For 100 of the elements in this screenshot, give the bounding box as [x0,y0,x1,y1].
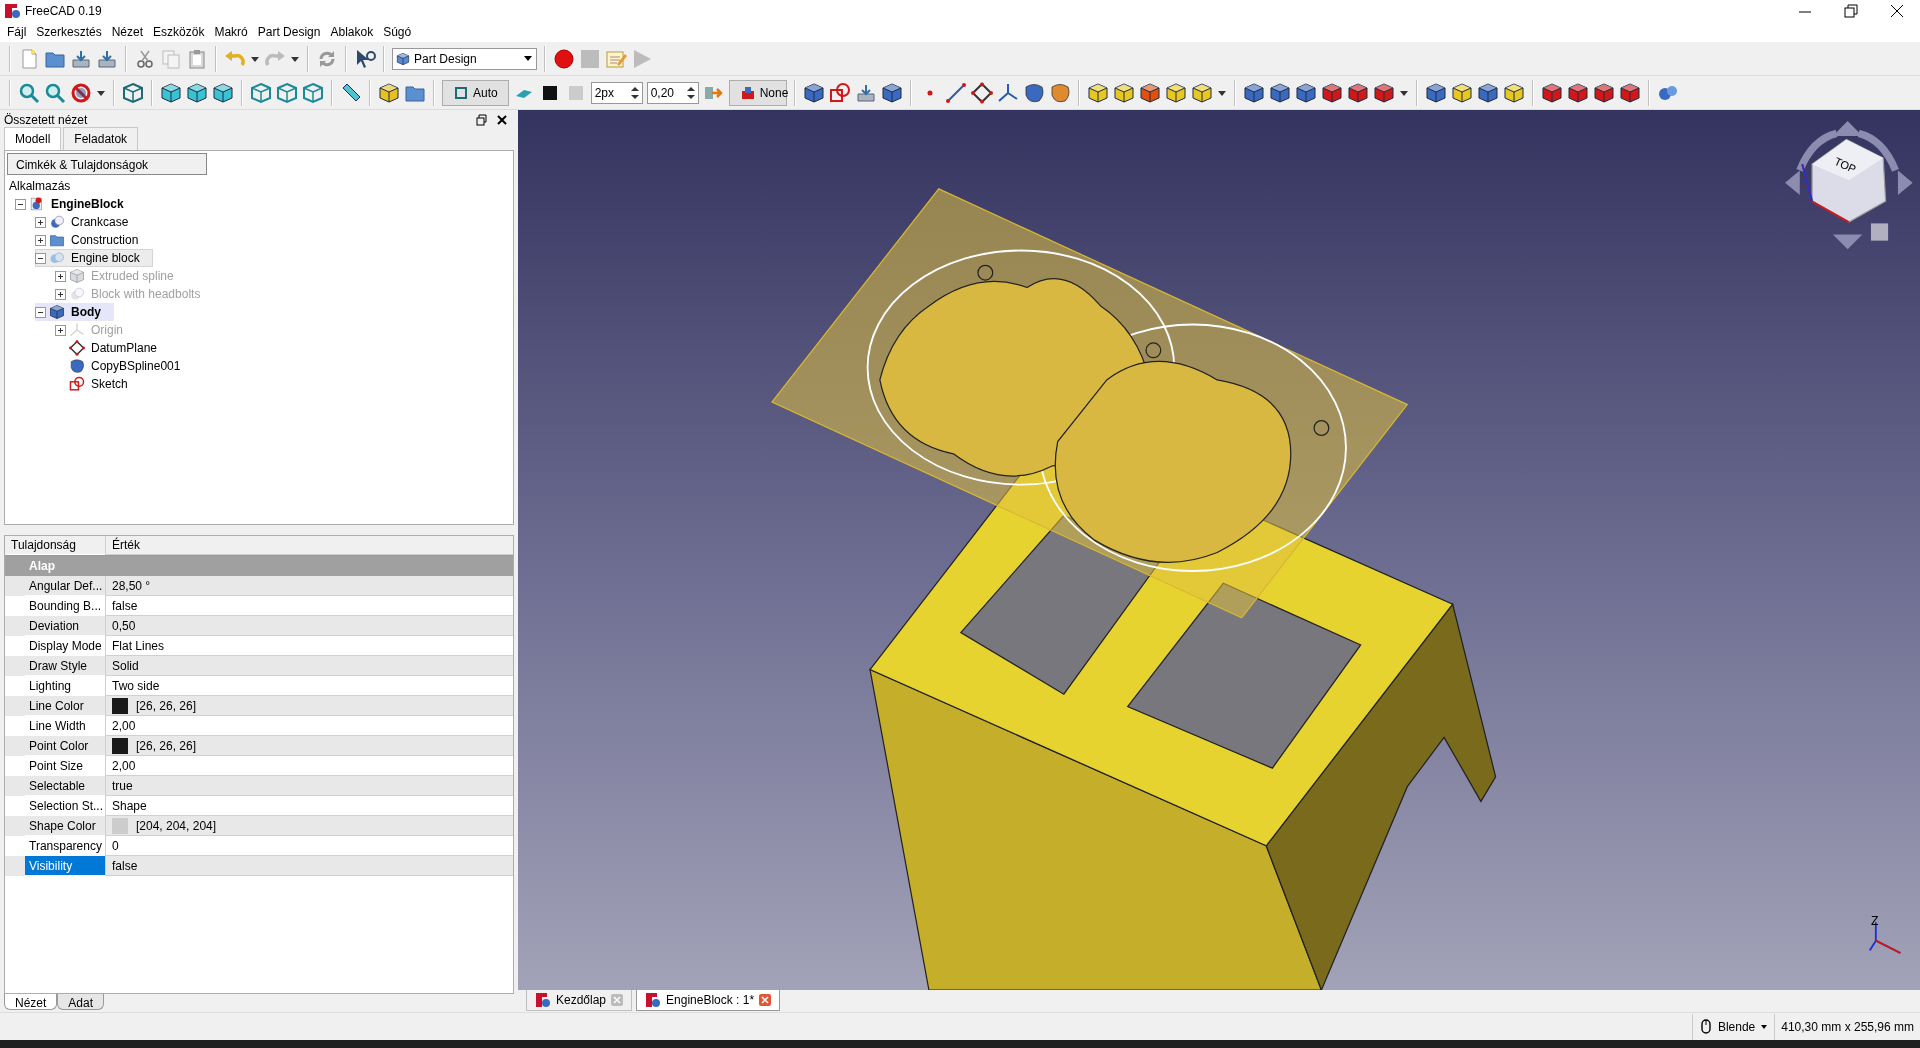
cube-icon[interactable] [1618,81,1641,104]
cube-icon[interactable] [1372,81,1395,104]
tree-root-label: Alkalmazás [8,178,72,195]
tree-item[interactable]: Crankcase [35,213,142,231]
magnifier-icon[interactable] [18,81,40,104]
property-value: [26, 26, 26] [136,737,197,755]
cube-icon[interactable] [1138,81,1161,104]
tree-item[interactable]: EngineBlock [15,195,137,213]
cube-icon[interactable] [1268,81,1291,104]
selection-filter-button[interactable]: None [728,79,787,106]
tab[interactable]: Modell [4,127,62,150]
sketch-icon[interactable] [828,81,851,104]
cube-icon[interactable] [1502,81,1525,104]
cube-icon[interactable] [802,81,825,104]
workbench-dropdown[interactable]: Part Design [392,47,537,70]
property-value: false [112,597,138,615]
expand-icon[interactable] [35,234,46,246]
tree-item[interactable]: Body [35,303,114,321]
tab[interactable]: Adat [57,994,105,1010]
cube-icon[interactable] [1592,81,1615,104]
transparency-spinbox[interactable]: 0,20 [646,81,699,104]
mouse-icon [1698,1018,1713,1035]
magnifier-icon[interactable] [44,81,66,104]
expand-icon[interactable] [55,288,66,300]
app-logo-icon [4,3,20,19]
axis-label: Z [1870,913,1879,928]
property-value: Two side [112,677,160,695]
cube-icon[interactable] [1476,81,1499,104]
property-value: true [112,777,133,795]
cube-icon[interactable] [1242,81,1265,104]
document-tab[interactable]: EngineBlock : 1* [636,990,781,1011]
draw-style-button[interactable]: Auto [442,79,509,106]
cube-icon[interactable] [122,81,144,104]
cube-icon[interactable] [1450,81,1473,104]
tree-item[interactable]: Engine block [35,249,153,267]
cube-icon[interactable] [186,81,208,104]
menu-item[interactable]: Part Design [252,23,326,41]
cube-icon[interactable] [1086,81,1109,104]
restore-icon[interactable] [1841,1,1861,21]
cube-icon[interactable] [212,81,234,104]
property-value: Flat Lines [112,637,165,655]
cube-icon[interactable] [1424,81,1447,104]
line-icon[interactable] [944,81,967,104]
pointer-icon[interactable] [354,47,376,70]
no-entry-icon[interactable] [70,81,92,104]
cube-icon [69,268,85,284]
expand-icon[interactable] [35,216,46,228]
cube-icon[interactable] [378,81,400,104]
cube-icon [49,304,65,320]
property-value: 28,50 ° [112,577,151,595]
panel-title: Összetett nézet [4,112,88,129]
cube-icon[interactable] [1540,81,1563,104]
float-icon[interactable] [476,114,488,126]
axes-icon[interactable] [996,81,1019,104]
cad-model-drawing[interactable] [770,188,1497,990]
blob-icon[interactable] [1022,81,1045,104]
cube-icon[interactable] [1294,81,1317,104]
group-header: Alap [5,556,513,576]
diamond-icon[interactable] [970,81,993,104]
menu-item[interactable]: Súgó [378,23,417,41]
spin-arrows-icon [629,84,640,101]
expand-icon[interactable] [55,270,66,282]
menu-item[interactable]: Ablakok [325,23,379,41]
property-value: false [112,857,138,875]
collapse-icon[interactable] [15,198,26,210]
tree-item[interactable]: DatumPlane [55,339,171,357]
app-logo-icon [645,992,662,1008]
expand-icon[interactable] [55,324,66,336]
blob-icon[interactable] [1048,81,1071,104]
tab[interactable]: Nézet [4,994,58,1010]
line-width-spinbox[interactable]: 2px [590,81,643,104]
cube-icon[interactable] [1164,81,1187,104]
property-name[interactable]: Visibility [25,856,105,876]
cube-icon[interactable] [1346,81,1369,104]
cube-icon[interactable] [1566,81,1589,104]
document-tab[interactable]: Kezdőlap [526,990,633,1011]
cube-icon[interactable] [1112,81,1135,104]
cube-icon[interactable] [1320,81,1343,104]
collapse-icon[interactable] [35,306,46,318]
tab[interactable]: Feladatok [63,127,139,150]
tree-item[interactable]: Construction [35,231,152,249]
menu-item[interactable]: Nézet [106,23,149,41]
menu-item[interactable]: Makró [209,23,253,41]
navigation-style-button[interactable]: Blende [1691,1013,1775,1040]
record-icon[interactable] [553,47,575,70]
cube-icon[interactable] [1190,81,1213,104]
clipboard-icon[interactable] [186,47,208,70]
collapse-icon[interactable] [35,252,46,264]
diamond-icon [69,340,85,356]
spin-arrows-icon [685,84,696,101]
tree-item[interactable]: Sketch [55,375,141,393]
cube-icon[interactable] [880,81,903,104]
nav-cube-drawing[interactable] [1785,121,1913,250]
menu-item[interactable]: Fájl [2,23,32,41]
menu-item[interactable]: Eszközök [148,23,210,41]
cube-icon[interactable] [160,81,182,104]
tree-item[interactable]: CopyBSpline001 [55,357,194,375]
close-icon[interactable] [496,114,508,126]
ruler-icon[interactable] [340,81,362,104]
menu-item[interactable]: Szerkesztés [31,23,107,41]
